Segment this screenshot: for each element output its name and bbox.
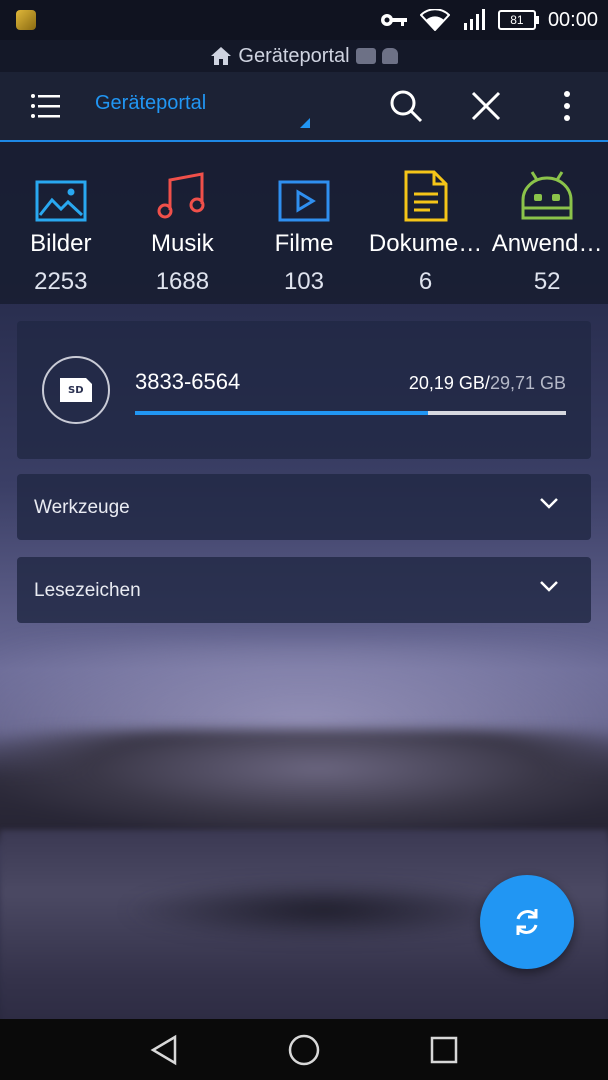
storage-total: 29,71 GB (489, 373, 566, 393)
status-bar: 81 00:00 (0, 0, 608, 40)
category-grid: Bilder 2253 Musik 1688 Filme 103 Dokume…… (0, 142, 608, 304)
signal-icon (463, 9, 485, 30)
android-app-icon (521, 171, 573, 220)
category-musik[interactable]: Musik 1688 (122, 142, 244, 304)
recents-icon[interactable] (429, 1035, 459, 1065)
storage-progress-fill (135, 411, 429, 415)
video-icon (278, 180, 330, 222)
navigation-bar (0, 1019, 608, 1080)
sd-card-icon (355, 48, 376, 64)
document-icon (404, 170, 448, 222)
toolbar-title[interactable]: Geräteportal (95, 92, 206, 115)
category-count: 1688 (155, 268, 210, 295)
home-icon (211, 47, 232, 65)
battery-icon: 81 (497, 10, 539, 30)
wifi-icon (419, 9, 450, 31)
home-circle-icon[interactable] (287, 1033, 321, 1067)
more-vert-icon[interactable] (552, 86, 582, 126)
category-count: 52 (533, 268, 561, 295)
close-icon[interactable] (466, 86, 506, 126)
menu-icon[interactable] (28, 90, 64, 122)
android-icon (381, 48, 398, 64)
refresh-button[interactable] (480, 875, 574, 969)
storage-used: 20,19 GB (408, 373, 485, 393)
category-count: 103 (283, 268, 324, 295)
music-icon (157, 172, 205, 219)
storage-card[interactable]: SD 3833-6564 20,19 GB/29,71 GB (17, 321, 591, 459)
category-count: 6 (418, 268, 433, 295)
dropdown-triangle-icon[interactable] (300, 118, 310, 128)
section-lesezeichen[interactable]: Lesezeichen (17, 557, 591, 623)
section-label: Werkzeuge (34, 497, 130, 518)
location-bar: Geräteportal (0, 40, 608, 72)
svg-text:SD: SD (68, 385, 84, 396)
chevron-down-icon[interactable] (539, 579, 559, 593)
chevron-down-icon[interactable] (539, 496, 559, 510)
app-notification-icon (16, 10, 36, 30)
category-name: Dokume… (368, 230, 483, 257)
category-name: Bilder (30, 230, 92, 257)
sd-card-icon: SD (42, 356, 110, 424)
category-bilder[interactable]: Bilder 2253 (0, 142, 122, 304)
location-text: Geräteportal (238, 44, 350, 67)
section-label: Lesezeichen (34, 580, 141, 601)
back-icon[interactable] (149, 1034, 179, 1066)
storage-label: 3833-6564 (135, 369, 241, 394)
category-count: 2253 (34, 268, 88, 295)
category-name: Musik (151, 230, 214, 257)
storage-progress-bar (135, 411, 566, 415)
category-anwendungen[interactable]: Anwend… 52 (486, 142, 608, 304)
section-werkzeuge[interactable]: Werkzeuge (17, 474, 591, 540)
toolbar: Geräteportal (0, 72, 608, 142)
image-icon (35, 180, 87, 222)
category-name: Anwend… (491, 230, 603, 257)
category-name: Filme (274, 230, 334, 257)
battery-level: 81 (510, 13, 524, 27)
search-icon[interactable] (386, 86, 426, 126)
refresh-icon (516, 909, 538, 935)
category-dokumente[interactable]: Dokume… 6 (365, 142, 487, 304)
category-filme[interactable]: Filme 103 (243, 142, 365, 304)
key-icon (380, 14, 407, 26)
clock: 00:00 (547, 8, 598, 31)
storage-size: 20,19 GB/29,71 GB (409, 373, 566, 394)
